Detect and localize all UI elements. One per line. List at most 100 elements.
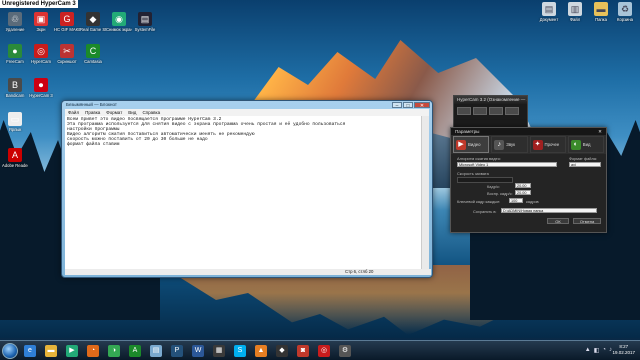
desktop-icon-label: Зкрн bbox=[36, 27, 46, 32]
keyframe-label: Ключевой кадр каждые: bbox=[457, 199, 501, 204]
chrome-icon[interactable]: ◑ bbox=[108, 345, 120, 357]
desktop-icon[interactable]: ▥ Файл bbox=[562, 2, 588, 32]
hypercam-title: HyperCam 3.2 (Ознакомление — ...) bbox=[454, 96, 527, 104]
desktop-icon[interactable]: ◆Real Game Studio bbox=[80, 12, 106, 42]
hypercam-icon[interactable]: ◎ bbox=[318, 345, 330, 357]
record-area-button[interactable] bbox=[457, 107, 471, 115]
network-icon[interactable]: ◧ bbox=[594, 347, 600, 354]
desktop-icon[interactable]: ▤ SystemFile bbox=[132, 12, 158, 42]
save-path-input[interactable]: D:\ADMIN\Новая папка bbox=[501, 208, 597, 213]
settings-icon[interactable]: ⚙ bbox=[339, 345, 351, 357]
show-hidden-icons-icon[interactable]: ▲ bbox=[585, 347, 591, 354]
power-icon[interactable]: ◔ bbox=[602, 347, 606, 354]
desktop-icon[interactable]: ♻ Корзина bbox=[612, 2, 638, 32]
keyframe-input[interactable]: 100 bbox=[509, 198, 523, 203]
gif-icon: G bbox=[60, 12, 74, 26]
explorer-icon[interactable]: ▬ bbox=[45, 345, 57, 357]
desktop-icon-label: Удаление bbox=[5, 27, 25, 32]
photo-icon[interactable]: ◙ bbox=[297, 345, 309, 357]
notepad-window[interactable]: Безымянный — Блокнот – □ ✕ Файл Правка Ф… bbox=[61, 100, 433, 278]
format-label: Формат файла: bbox=[569, 156, 597, 161]
dialog-tabs: ▶ Видео ♪ Звук ✦ Прочее ◐ Вид bbox=[451, 135, 606, 154]
menu-view[interactable]: Вид bbox=[128, 110, 136, 115]
desktop-icon-label: Файл bbox=[569, 17, 581, 22]
desktop-icon-label: Bandicam bbox=[5, 93, 25, 98]
notepad-scrollbar[interactable] bbox=[421, 116, 429, 271]
skype-icon[interactable]: S bbox=[234, 345, 246, 357]
desktop-icon-label: Снимок экрана bbox=[106, 27, 132, 32]
desktop-icon[interactable]: ◎ HyperCam bbox=[28, 44, 54, 74]
recycle-bin-icon: ♻ bbox=[618, 2, 632, 16]
desktop-icon-label: HC GIF MAKER bbox=[54, 27, 80, 32]
cancel-button[interactable]: Отмена bbox=[573, 218, 601, 224]
firefox-icon[interactable]: ◔ bbox=[87, 345, 99, 357]
cursor-position: Стр 6, стлб 20 bbox=[345, 269, 374, 274]
folder-icon: ▬ bbox=[594, 2, 608, 16]
start-button[interactable] bbox=[2, 343, 18, 359]
tab-sound[interactable]: ♪ Звук bbox=[491, 136, 528, 153]
clock-date: 19.02.2017 bbox=[612, 350, 635, 355]
save-path-label: Сохранять в: bbox=[473, 209, 497, 214]
desktop-icon[interactable]: C Camtasia bbox=[80, 44, 106, 74]
codec-select[interactable]: Microsoft Video 1 bbox=[457, 162, 557, 167]
system-tray: ▲ ◧ ◔ ♪ bbox=[585, 347, 612, 354]
desktop-icon-label: Скриншот bbox=[57, 59, 77, 64]
desktop-icon-label: Adobe Reader bbox=[2, 163, 28, 168]
vlc-icon[interactable]: ▲ bbox=[255, 345, 267, 357]
menu-edit[interactable]: Правка bbox=[85, 110, 100, 115]
game-icon: ◆ bbox=[86, 12, 100, 26]
notepad-text-area[interactable]: Всем привет это видео посвящается програ… bbox=[65, 116, 422, 271]
ie-icon[interactable]: e bbox=[24, 345, 36, 357]
media-player-icon[interactable]: ▶ bbox=[66, 345, 78, 357]
desktop-icon-label: Camtasia bbox=[84, 59, 102, 64]
speed-slider[interactable] bbox=[457, 177, 513, 183]
notepad-status-bar: Стр 6, стлб 20 bbox=[65, 269, 431, 275]
desktop-icon-label: HyperCam 3 bbox=[29, 93, 53, 98]
clock[interactable]: 8:27 19.02.2017 bbox=[612, 344, 635, 356]
desktop-icon[interactable]: ◉Снимок экрана bbox=[106, 12, 132, 42]
desktop-icon[interactable]: ▤ Документ bbox=[536, 2, 562, 32]
taskbar: e ▬ ▶ ◔ ◑ A ▤ P W ▦ S ▲ ◆ ◙ ◎ ⚙ ▲ ◧ ◔ ♪ 8:27 19.02.2017 bbox=[0, 340, 640, 360]
desktop-icon[interactable]: A Adobe Reader bbox=[2, 148, 28, 178]
playback-input[interactable]: 20.00 bbox=[515, 190, 531, 195]
app-icon: ▣ bbox=[34, 12, 48, 26]
desktop-icon[interactable]: ♲ Удаление bbox=[2, 12, 28, 42]
notepad-menu-bar: Файл Правка Формат Вид Справка bbox=[65, 109, 429, 116]
desktop-icon[interactable]: ▭ Ярлык bbox=[2, 112, 28, 142]
tab-other-label: Прочее bbox=[544, 142, 560, 147]
other-icon: ✦ bbox=[532, 139, 543, 150]
menu-help[interactable]: Справка bbox=[142, 110, 160, 115]
record-window-button[interactable] bbox=[473, 107, 487, 115]
desktop-icon[interactable]: ▬ Папка bbox=[588, 2, 614, 32]
format-select[interactable]: avi bbox=[569, 162, 601, 167]
parameters-dialog[interactable]: Параметры ✕ ▶ Видео ♪ Звук ✦ Прочее ◐ Ви… bbox=[450, 127, 607, 233]
minimize-button[interactable]: – bbox=[392, 102, 402, 109]
fps-input[interactable]: 20.00 bbox=[515, 183, 531, 188]
tab-view[interactable]: ◐ Вид bbox=[567, 136, 604, 153]
record-button[interactable] bbox=[505, 107, 519, 115]
desktop-icon[interactable]: ✂ Скриншот bbox=[54, 44, 80, 74]
tab-video[interactable]: ▶ Видео bbox=[453, 136, 490, 153]
notepad-icon[interactable]: ▤ bbox=[150, 345, 162, 357]
file-icon: ▥ bbox=[568, 2, 582, 16]
desktop-icon-label: SystemFile bbox=[134, 27, 156, 32]
desktop-icon[interactable]: ● FreeCam bbox=[2, 44, 28, 74]
dialog-close-icon[interactable]: ✕ bbox=[596, 129, 604, 134]
app-icon[interactable]: ▦ bbox=[213, 345, 225, 357]
menu-format[interactable]: Формат bbox=[106, 110, 122, 115]
tab-other[interactable]: ✦ Прочее bbox=[529, 136, 566, 153]
close-button[interactable]: ✕ bbox=[414, 102, 430, 109]
desktop-icon[interactable]: ▣ Зкрн bbox=[28, 12, 54, 42]
ok-button[interactable]: ОК bbox=[547, 218, 569, 224]
desktop-icon-label: HyperCam bbox=[30, 59, 51, 64]
desktop-icon[interactable]: B Bandicam bbox=[2, 78, 28, 108]
desktop-icon[interactable]: ⏺ HyperCam 3 bbox=[28, 78, 54, 108]
camtasia-icon[interactable]: A bbox=[129, 345, 141, 357]
word-icon[interactable]: W bbox=[192, 345, 204, 357]
maximize-button[interactable]: □ bbox=[403, 102, 413, 109]
desktop-icon[interactable]: GHC GIF MAKER bbox=[54, 12, 80, 42]
record-fullscreen-button[interactable] bbox=[489, 107, 503, 115]
game-icon[interactable]: ◆ bbox=[276, 345, 288, 357]
menu-file[interactable]: Файл bbox=[68, 110, 79, 115]
photoshop-icon[interactable]: P bbox=[171, 345, 183, 357]
